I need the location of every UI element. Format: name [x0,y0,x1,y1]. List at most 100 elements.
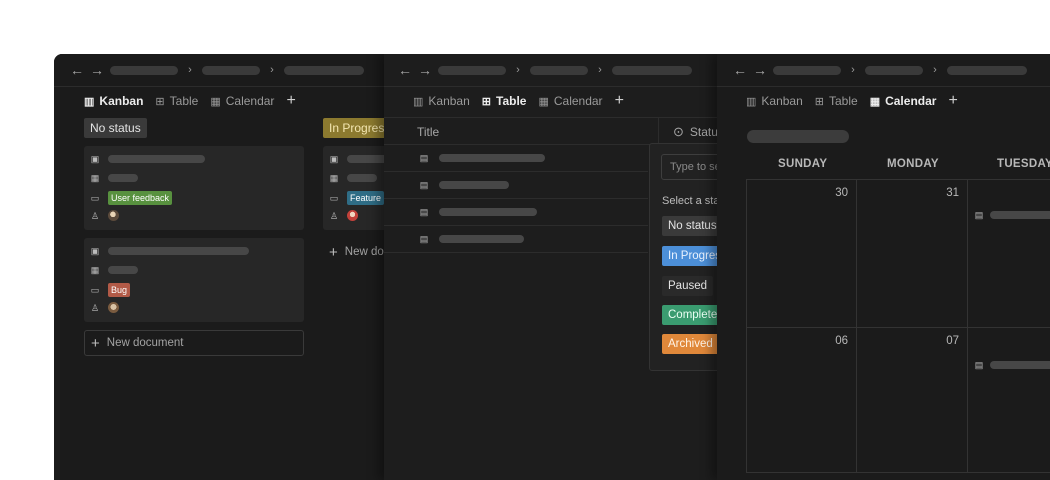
tab-label: Kanban [428,94,470,108]
tag-icon: ▭ [90,285,100,295]
status-option-completed[interactable]: Completed [662,305,718,325]
date-placeholder [347,174,377,182]
plus-icon: + [91,334,100,352]
calendar-event[interactable]: ▤ [974,360,1050,370]
column-header-status[interactable]: ⊙ Status [658,118,718,145]
tab-calendar[interactable]: ▦ Calendar [538,94,602,108]
card-title-row: ▣ [90,246,249,256]
forward-arrow-icon[interactable]: → [753,62,767,78]
title-placeholder [439,154,545,162]
status-circle-icon: ⊙ [673,123,684,139]
breadcrumb-placeholder[interactable] [530,65,588,75]
view-tabs: ▥ Kanban ⊞ Table ▦ Calendar + [84,92,296,110]
plus-icon: + [329,243,338,261]
breadcrumb-placeholder[interactable] [110,65,178,75]
card-tag-row: ▭ Bug [90,283,131,297]
status-option-archived[interactable]: Archived [662,334,718,354]
kanban-card[interactable]: ▣ ▦ ▭ Bug ♙ [84,238,304,322]
title-placeholder [347,155,386,163]
tab-kanban[interactable]: ▥ Kanban [84,94,143,108]
calendar-icon: ▦ [538,95,549,108]
status-search-input[interactable]: Type to search [661,154,718,180]
add-view-button[interactable]: + [948,92,957,110]
breadcrumb-placeholder[interactable] [202,65,260,75]
day-header-tuesday: TUESDAY [997,158,1050,170]
tab-label: Table [169,94,199,108]
chevron-right-icon: › [598,64,602,76]
card-date-row: ▦ [90,265,138,275]
forward-arrow-icon[interactable]: → [418,62,432,78]
breadcrumb-placeholder[interactable] [612,65,692,75]
card-title-row: ▣ [329,154,386,164]
card-assignee-row: ♙ [90,210,119,221]
tab-kanban[interactable]: ▥ Kanban [746,94,803,108]
status-option-in-progress[interactable]: In Progress [662,246,718,266]
table-row[interactable]: ▤ [384,226,648,253]
calendar-cell[interactable]: 31 [857,179,968,328]
chevron-right-icon: › [270,64,274,76]
document-icon: ▤ [419,207,429,217]
document-icon: ▣ [329,154,339,164]
new-document-button[interactable]: + New document [84,330,304,356]
back-arrow-icon[interactable]: ← [733,62,747,78]
tab-label: Table [829,94,858,108]
table-row[interactable]: ▤ [384,199,648,226]
calendar-cell[interactable]: 06 [746,328,857,473]
back-arrow-icon[interactable]: ← [70,62,84,78]
column-label-in-progress[interactable]: In Progress [323,118,386,138]
kanban-card[interactable]: ▣ ▦ ▭ Feature ♙ [323,146,386,230]
card-title-row: ▣ [90,154,205,164]
breadcrumb-placeholder[interactable] [284,65,364,75]
tab-table[interactable]: ⊞ Table [815,94,858,108]
calendar-cell[interactable]: ▤ [968,328,1050,473]
breadcrumb-placeholder[interactable] [773,65,841,75]
add-view-button[interactable]: + [615,92,624,110]
calendar-cell[interactable]: 30 [746,179,857,328]
kanban-pane: ← → › › ▥ Kanban ⊞ Table ▦ Calendar + No st… [54,54,386,480]
kanban-card[interactable]: ▣ ▦ ▭ User feedback ♙ [84,146,304,230]
title-placeholder [439,235,524,243]
tab-label: Calendar [225,94,275,108]
calendar-pane: ← → › › ▥ Kanban ⊞ Table ▦ Calendar + SUNDA… [717,54,1050,480]
table-row[interactable]: ▤ [384,172,648,199]
forward-arrow-icon[interactable]: → [90,62,104,78]
column-label-no-status[interactable]: No status [84,118,147,138]
document-icon: ▤ [419,234,429,244]
calendar-icon: ▦ [210,95,221,108]
nav-bar: ← → › › [717,54,1050,87]
column-header-title[interactable]: Title [417,125,439,139]
nav-bar: ← → › › [384,54,718,87]
calendar-cell[interactable]: ▤ [968,179,1050,328]
tab-table[interactable]: ⊞ Table [155,94,198,108]
person-icon: ♙ [90,210,100,221]
tab-label: Kanban [761,94,803,108]
add-view-button[interactable]: + [286,92,295,110]
table-row[interactable]: ▤ [384,145,648,172]
calendar-event[interactable]: ▤ [974,210,1050,220]
table-pane: ← → › › ▥ Kanban ⊞ Table ▦ Calendar + Title… [384,54,718,480]
tag-icon: ▭ [329,193,339,203]
tab-calendar[interactable]: ▦ Calendar [210,94,274,108]
breadcrumb-placeholder[interactable] [438,65,506,75]
app-window: ← → › › ▥ Kanban ⊞ Table ▦ Calendar + No st… [54,54,1050,480]
card-assignee-row: ♙ [90,302,119,313]
card-tag-row: ▭ User feedback [90,191,173,205]
tab-calendar[interactable]: ▦ Calendar [870,94,937,108]
document-icon: ▤ [419,180,429,190]
breadcrumb-placeholder[interactable] [865,65,923,75]
tab-label: Calendar [885,94,937,108]
breadcrumb-placeholder[interactable] [947,65,1027,75]
tab-kanban[interactable]: ▥ Kanban [413,94,470,108]
new-document-button[interactable]: + New document [323,239,386,265]
tag-badge: Bug [108,283,131,297]
tab-table[interactable]: ⊞ Table [482,94,527,108]
status-option-paused[interactable]: Paused [662,276,714,296]
month-label-placeholder[interactable] [747,130,849,143]
chevron-right-icon: › [516,64,520,76]
calendar-cell[interactable]: 07 [857,328,968,473]
new-document-label: New document [344,246,386,258]
day-number: 31 [946,187,959,199]
back-arrow-icon[interactable]: ← [398,62,412,78]
table-icon: ⊞ [814,95,824,108]
status-option-no-status[interactable]: No status [662,216,718,236]
